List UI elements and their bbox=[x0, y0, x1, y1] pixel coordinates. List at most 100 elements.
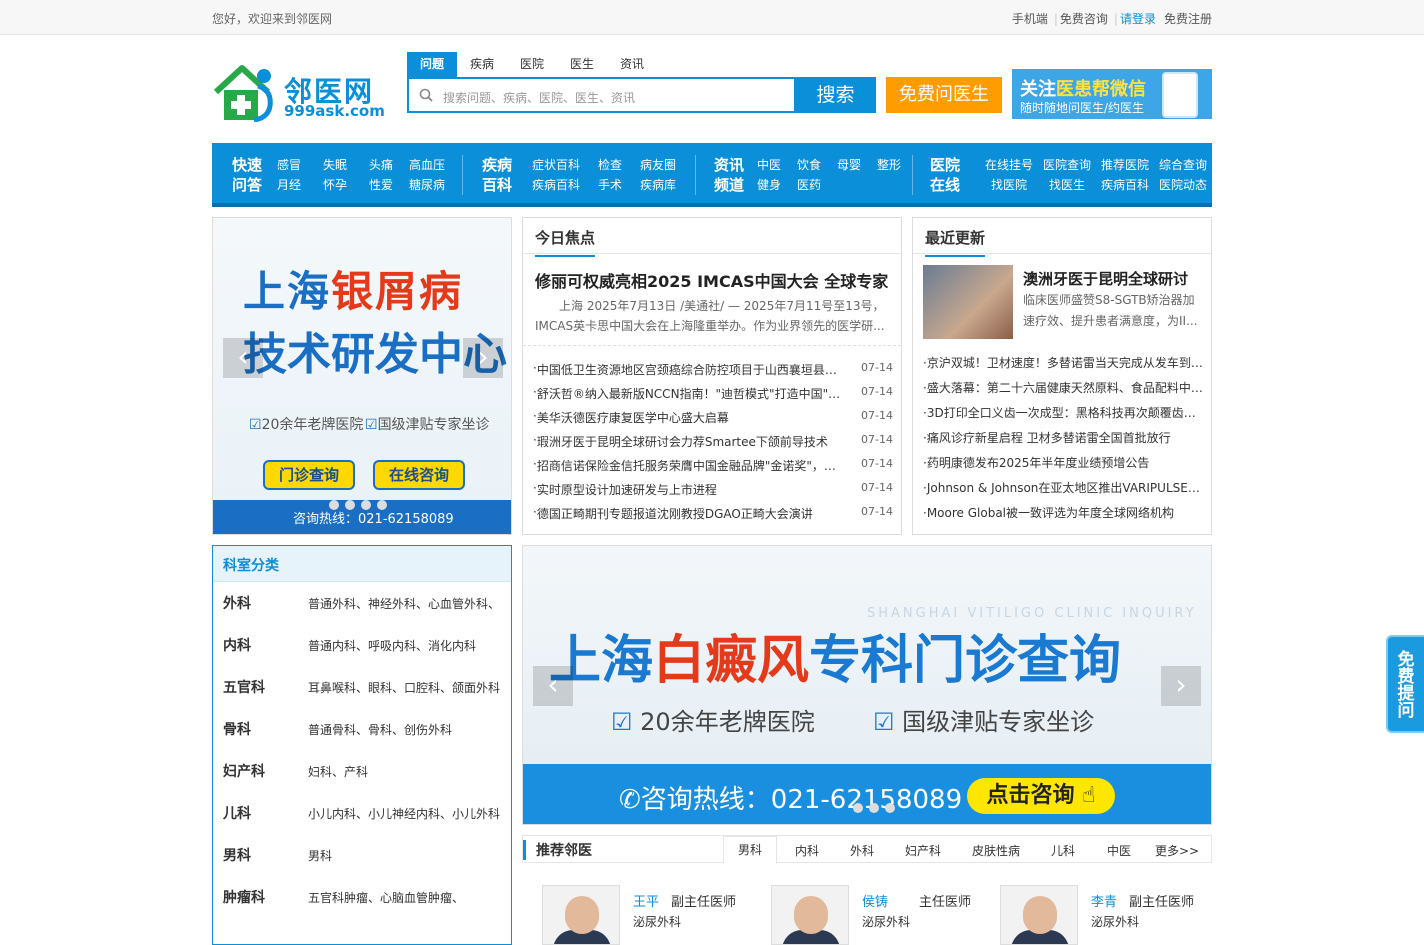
dept-row[interactable]: 五官科 耳鼻喉科、眼科、口腔科、颌面外科 bbox=[223, 677, 508, 697]
nav-link[interactable]: 高血压 bbox=[409, 155, 445, 175]
click-consult-button[interactable]: 点击咨询 ☝ bbox=[967, 778, 1115, 814]
register-link[interactable]: 免费注册 bbox=[1164, 12, 1212, 26]
doctor-photo[interactable] bbox=[542, 885, 620, 945]
doctor-card[interactable]: 王平 副主任医师 泌尿外科 bbox=[522, 885, 742, 945]
nav-link[interactable]: 头痛 bbox=[369, 155, 393, 175]
rec-tab-tcm[interactable]: 中医 bbox=[1107, 842, 1131, 859]
wechat-banner[interactable]: 关注医患帮微信 随时随地问医生/约医生 bbox=[1012, 69, 1212, 119]
nav-link[interactable]: 母婴 bbox=[837, 155, 861, 175]
banner2-next-arrow[interactable]: › bbox=[1161, 666, 1201, 706]
nav-link[interactable]: 失眠 bbox=[323, 155, 347, 175]
nav-group-hospital-online[interactable]: 医院 在线 bbox=[925, 155, 965, 195]
nav-link[interactable]: 月经 bbox=[277, 175, 301, 195]
nav-link[interactable]: 综合查询 bbox=[1159, 155, 1207, 175]
mobile-link[interactable]: 手机端 bbox=[1012, 12, 1048, 26]
latest-item[interactable]: ·Moore Global被一致评选为年度全球网络机构 bbox=[923, 504, 1203, 521]
doctor-photo[interactable] bbox=[1000, 885, 1078, 945]
online-consult-button[interactable]: 在线咨询 bbox=[373, 460, 465, 490]
nav-group-news-channel[interactable]: 资讯 频道 bbox=[709, 155, 749, 195]
banner1-next-arrow[interactable]: › bbox=[463, 338, 503, 378]
dept-row[interactable]: 肿瘤科 五官科肿瘤、心脑血管肿瘤、 bbox=[223, 887, 508, 907]
nav-link[interactable]: 推荐医院 bbox=[1101, 155, 1149, 175]
main-nav: 快速 问答 感冒 失眠 头痛 高血压 月经 怀孕 性爱 糖尿病 疾病 百科 症状百科… bbox=[212, 143, 1212, 207]
rec-tab-pediatrics[interactable]: 儿科 bbox=[1051, 842, 1075, 859]
nav-link[interactable]: 健身 bbox=[757, 175, 781, 195]
free-consult-link[interactable]: 免费咨询 bbox=[1060, 12, 1108, 26]
nav-link[interactable]: 疾病百科 bbox=[1101, 175, 1149, 195]
nav-link[interactable]: 整形 bbox=[877, 155, 901, 175]
news-item[interactable]: ·实时原型设计加速研发与上市进程 07-14 bbox=[533, 481, 893, 498]
logo-house-icon bbox=[213, 65, 273, 122]
rec-tab-obgyn[interactable]: 妇产科 bbox=[905, 842, 941, 859]
nav-link[interactable]: 疾病库 bbox=[640, 175, 676, 195]
nav-link[interactable]: 感冒 bbox=[277, 155, 301, 175]
doctor-card[interactable]: 侯铸 主任医师 泌尿外科 bbox=[751, 885, 971, 945]
nav-link[interactable]: 病友圈 bbox=[640, 155, 676, 175]
rec-tab-derma[interactable]: 皮肤性病 bbox=[972, 842, 1020, 859]
news-item[interactable]: ·招商信诺保险金信托服务荣膺中国金融品牌"金诺奖"，引领行业发展07-14 bbox=[533, 457, 893, 474]
nav-link[interactable]: 中医 bbox=[757, 155, 781, 175]
nav-link[interactable]: 性爱 bbox=[369, 175, 393, 195]
rec-tab-more[interactable]: 更多>> bbox=[1155, 842, 1199, 859]
nav-divider bbox=[912, 155, 913, 195]
dept-row[interactable]: 内科 普通内科、呼吸内科、消化内科 bbox=[223, 635, 508, 655]
nav-link[interactable]: 找医院 bbox=[991, 175, 1027, 195]
site-logo[interactable]: 邻医网 999ask.com bbox=[212, 62, 392, 124]
latest-featured-title[interactable]: 澳洲牙医于昆明全球研讨 bbox=[1023, 268, 1188, 289]
latest-item[interactable]: ·盛大落幕：第二十六届健康天然原料、食品配料中国展 bbox=[923, 379, 1203, 396]
latest-item[interactable]: ·痛风诊疗新星启程 卫材多替诺雷全国首批放行 bbox=[923, 429, 1203, 446]
nav-group-disease-wiki[interactable]: 疾病 百科 bbox=[477, 155, 517, 195]
nav-link[interactable]: 症状百科 bbox=[532, 155, 580, 175]
rec-tab-internal[interactable]: 内科 bbox=[795, 842, 819, 859]
banner-vitiligo[interactable]: SHANGHAI VITILIGO CLINIC INQUIRY 上海白癜风专科… bbox=[522, 545, 1212, 825]
news-item[interactable]: ·德国正畸期刊专题报道沈刚教授DGAO正畸大会演讲 07-14 bbox=[533, 505, 893, 522]
nav-group-quick-qa[interactable]: 快速 问答 bbox=[227, 155, 267, 195]
news-item[interactable]: ·瑕洲牙医于昆明全球研讨会力荐Smartee下颌前导技术 07-14 bbox=[533, 433, 893, 450]
search-tab-question[interactable]: 问题 bbox=[407, 52, 457, 78]
free-ask-doctor-button[interactable]: 免费问医生 bbox=[886, 77, 1002, 113]
search-tab-doctor[interactable]: 医生 bbox=[557, 52, 607, 78]
dept-row[interactable]: 妇产科 妇科、产科 bbox=[223, 761, 508, 781]
clinic-query-button[interactable]: 门诊查询 bbox=[263, 460, 355, 490]
latest-item[interactable]: ·3D打印全口义齿一次成型：黑格科技再次颠覆齿科行业 bbox=[923, 404, 1203, 421]
doctor-card[interactable]: 李青 副主任医师 泌尿外科 bbox=[980, 885, 1200, 945]
dept-row[interactable]: 男科 男科 bbox=[223, 845, 508, 865]
search-button[interactable]: 搜索 bbox=[795, 77, 876, 113]
doctor-photo[interactable] bbox=[771, 885, 849, 945]
banner1-prev-arrow[interactable]: ‹ bbox=[223, 338, 263, 378]
nav-link[interactable]: 糖尿病 bbox=[409, 175, 445, 195]
nav-link[interactable]: 医院查询 bbox=[1043, 155, 1091, 175]
search-input[interactable]: 搜索问题、疾病、医院、医生、资讯 bbox=[407, 77, 796, 113]
banner2-dots[interactable] bbox=[853, 803, 895, 813]
news-item[interactable]: ·舒沃哲®纳入最新版NCCN指南！"迪哲模式"打造中国"源创"新药出海新范式07… bbox=[533, 385, 893, 402]
search-tab-hospital[interactable]: 医院 bbox=[507, 52, 557, 78]
latest-item[interactable]: ·药明康德发布2025年半年度业绩预增公告 bbox=[923, 454, 1203, 471]
nav-link[interactable]: 怀孕 bbox=[323, 175, 347, 195]
free-question-side-button[interactable]: 免费提问 bbox=[1386, 635, 1424, 733]
dept-row[interactable]: 骨科 普通骨科、骨科、创伤外科 bbox=[223, 719, 508, 739]
login-link[interactable]: 请登录 bbox=[1120, 12, 1156, 26]
nav-link[interactable]: 手术 bbox=[598, 175, 622, 195]
dept-row[interactable]: 儿科 小儿内科、小儿神经内科、小儿外科 bbox=[223, 803, 508, 823]
nav-link[interactable]: 找医生 bbox=[1049, 175, 1085, 195]
latest-item[interactable]: ·京沪双城！卫材速度！多替诺雷当天完成从发车到落地 bbox=[923, 354, 1203, 371]
nav-link[interactable]: 在线挂号 bbox=[985, 155, 1033, 175]
latest-featured-image[interactable] bbox=[923, 265, 1013, 339]
banner-psoriasis[interactable]: 上海银屑病 技术研发中心 ☑20余年老牌医院 ☑国级津贴专家坐诊 门诊查询 在线… bbox=[212, 217, 512, 535]
rec-tab-surgery[interactable]: 外科 bbox=[850, 842, 874, 859]
nav-link[interactable]: 检查 bbox=[598, 155, 622, 175]
rec-tab-andrology[interactable]: 男科 bbox=[723, 836, 778, 864]
banner1-dots[interactable] bbox=[329, 500, 387, 510]
nav-link[interactable]: 医院动态 bbox=[1159, 175, 1207, 195]
search-tab-news[interactable]: 资讯 bbox=[607, 52, 657, 78]
nav-link[interactable]: 疾病百科 bbox=[532, 175, 580, 195]
dept-row[interactable]: 外科 普通外科、神经外科、心血管外科、 bbox=[223, 593, 508, 613]
search-tab-disease[interactable]: 疾病 bbox=[457, 52, 507, 78]
latest-item[interactable]: ·Johnson & Johnson在亚太地区推出VARIPULSE™平台 bbox=[923, 479, 1203, 496]
focus-headline[interactable]: 修丽可权威亮相2025 IMCAS中国大会 全球专家 bbox=[535, 268, 888, 292]
nav-link[interactable]: 医药 bbox=[797, 175, 821, 195]
banner2-prev-arrow[interactable]: ‹ bbox=[533, 666, 573, 706]
news-item[interactable]: ·中国低卫生资源地区宫颈癌综合防控项目于山西襄垣县正式启动 07-14 bbox=[533, 361, 893, 378]
news-item[interactable]: ·美华沃德医疗康复医学中心盛大启幕 07-14 bbox=[533, 409, 893, 426]
nav-link[interactable]: 饮食 bbox=[797, 155, 821, 175]
